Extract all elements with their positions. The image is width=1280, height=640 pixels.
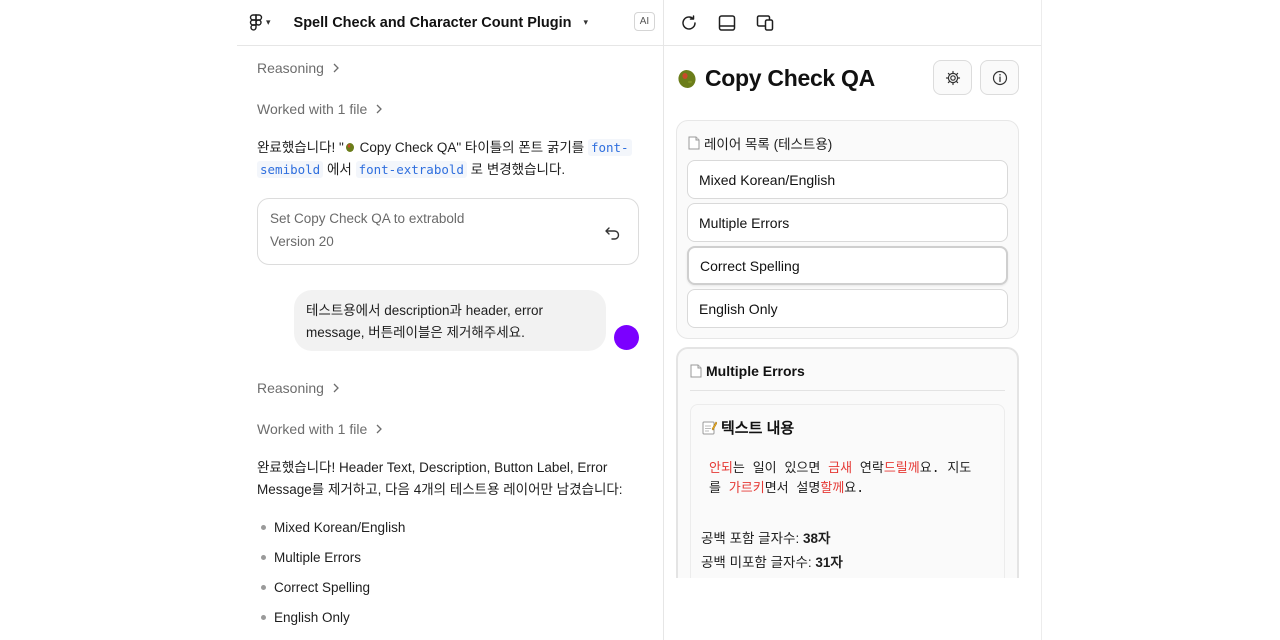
reasoning-label: Reasoning	[257, 60, 324, 76]
user-message-line: message, 버튼레이블은 제거해주세요.	[306, 325, 525, 340]
info-button[interactable]	[980, 60, 1019, 95]
document-icon	[690, 364, 702, 378]
version-card-title: Set Copy Check QA to extrabold	[270, 211, 465, 226]
text-content-line: 를 가르키면서 설명할께요.	[709, 481, 865, 496]
char-count-without-spaces: 공백 미포함 글자수: 31자	[701, 555, 843, 570]
layer-list-card: 레이어 목록 (테스트용) Mixed Korean/English Multi…	[676, 120, 1019, 339]
user-message-bubble: 테스트용에서 description과 header, error messag…	[294, 290, 606, 351]
reasoning-label: Reasoning	[257, 380, 324, 396]
panel-layout-icon	[718, 14, 736, 31]
worked-files-label: Worked with 1 file	[257, 421, 368, 437]
list-item: Multiple Errors	[257, 542, 637, 572]
preview-panel: Copy Check QA 레이어 목록 (테스트용) Mixed Korean…	[664, 0, 1042, 640]
memo-icon	[702, 421, 717, 435]
document-icon	[688, 136, 700, 150]
code-snippet: font-	[587, 139, 632, 156]
code-snippet: font-extrabold	[355, 161, 467, 178]
spelling-error: 금새	[828, 461, 853, 476]
layer-bullet-list: Mixed Korean/English Multiple Errors Cor…	[257, 512, 637, 632]
chat-panel: ▾ Spell Check and Character Count Plugin…	[237, 0, 664, 640]
ai-badge[interactable]: AI	[634, 12, 655, 31]
layer-item[interactable]: Correct Spelling	[687, 246, 1008, 285]
user-avatar[interactable]	[614, 325, 639, 350]
assistant-message: 완료했습니다! Header Text, Description, Button…	[257, 460, 623, 497]
chevron-down-icon: ▾	[266, 17, 271, 27]
layer-item[interactable]: Mixed Korean/English	[687, 160, 1008, 199]
list-item: English Only	[257, 602, 637, 632]
viewport-mask	[664, 578, 1041, 640]
worked-files-label: Worked with 1 file	[257, 101, 368, 117]
gear-icon	[945, 70, 960, 85]
text-content-heading: 텍스트 내용	[702, 417, 794, 438]
layer-detail-card: Multiple Errors 텍스트 내용 안되는 일이 있으면 금새 연락드…	[676, 347, 1019, 607]
text-content-line: 안되는 일이 있으면 금새 연락드릴께요. 지도	[709, 461, 972, 476]
reasoning-toggle[interactable]: Reasoning	[257, 58, 340, 78]
project-menu-chevron-icon[interactable]: ▾	[584, 17, 589, 28]
divider	[690, 390, 1005, 391]
list-item: Mixed Korean/English	[257, 512, 637, 542]
panel-layout-button[interactable]	[717, 13, 737, 33]
chevron-right-icon	[333, 63, 339, 73]
layer-item[interactable]: Multiple Errors	[687, 203, 1008, 242]
code-snippet: semibold	[257, 161, 324, 178]
preview-toolbar	[664, 0, 1041, 46]
reasoning-toggle[interactable]: Reasoning	[257, 378, 340, 398]
spelling-error: 안되	[709, 461, 733, 476]
olive-icon	[678, 70, 696, 88]
spelling-error: 할께	[820, 481, 845, 496]
spelling-error: 가르키	[728, 481, 765, 496]
worked-files-toggle[interactable]: Worked with 1 file	[257, 419, 383, 439]
layer-list-heading: 레이어 목록 (테스트용)	[688, 133, 832, 153]
assistant-message: 완료했습니다! " Copy Check QA" 타이틀의 폰트 굵기를 fon…	[257, 137, 637, 181]
chevron-right-icon	[376, 104, 383, 114]
project-title: Spell Check and Character Count Plugin	[293, 14, 572, 31]
text-content-card: 텍스트 내용 안되는 일이 있으면 금새 연락드릴께요. 지도 를 가르키면서 …	[690, 404, 1005, 604]
user-message-line: 테스트용에서 description과 header, error	[306, 303, 544, 318]
chevron-right-icon	[376, 424, 383, 434]
plugin-title: Copy Check QA	[705, 64, 875, 91]
undo-icon[interactable]	[604, 223, 622, 241]
worked-files-toggle[interactable]: Worked with 1 file	[257, 99, 383, 119]
layer-detail-heading: Multiple Errors	[690, 363, 805, 379]
figma-logo-icon	[249, 13, 263, 31]
spelling-error: 드릴께	[883, 461, 920, 476]
chevron-right-icon	[333, 383, 339, 393]
version-card[interactable]: Set Copy Check QA to extrabold Version 2…	[257, 198, 639, 265]
chat-header: ▾ Spell Check and Character Count Plugin…	[237, 0, 663, 46]
plugin-header: Copy Check QA	[676, 60, 1019, 96]
list-item: Correct Spelling	[257, 572, 637, 602]
version-card-version: Version 20	[270, 234, 334, 249]
char-count-with-spaces: 공백 포함 글자수: 38자	[701, 531, 831, 546]
refresh-button[interactable]	[679, 13, 699, 33]
main-menu-button[interactable]: ▾	[249, 13, 271, 32]
settings-button[interactable]	[933, 60, 972, 95]
layer-item[interactable]: English Only	[687, 289, 1008, 328]
device-preview-button[interactable]	[755, 13, 775, 33]
device-preview-icon	[756, 14, 774, 31]
info-icon	[992, 70, 1007, 85]
refresh-icon	[682, 14, 696, 30]
olive-icon	[345, 143, 354, 152]
